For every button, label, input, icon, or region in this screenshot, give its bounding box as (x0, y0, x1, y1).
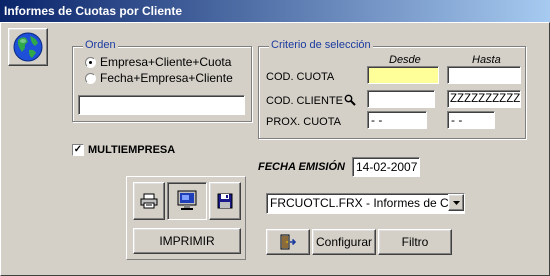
cod-cuota-desde-input[interactable] (367, 66, 439, 84)
radio-selected[interactable] (85, 56, 96, 68)
window-title: Informes de Cuotas por Cliente (4, 4, 183, 18)
exit-door-icon (280, 234, 297, 250)
orden-option-label: Fecha+Empresa+Cliente (100, 71, 233, 85)
radio-unselected[interactable] (85, 72, 96, 84)
exit-button[interactable] (266, 229, 310, 255)
globe-icon (13, 32, 43, 62)
orden-option-label: Empresa+Cliente+Cuota (100, 55, 232, 69)
search-icon[interactable] (344, 94, 356, 106)
criterio-group-title: Criterio de selección (269, 39, 373, 51)
label-cod-cuota: COD. CUOTA (266, 71, 335, 83)
chevron-down-icon[interactable] (448, 194, 464, 211)
column-header-desde: Desde (389, 54, 421, 66)
fecha-emision-input[interactable]: 14-02-2007 (352, 157, 420, 177)
printer-icon (140, 193, 158, 209)
orden-group-title: Orden (83, 39, 118, 51)
orden-text-field[interactable] (78, 95, 245, 115)
save-to-file-button[interactable] (209, 182, 241, 220)
configurar-button[interactable]: Configurar (312, 229, 376, 255)
cod-cliente-desde-input[interactable] (367, 90, 435, 108)
multiempresa-checkbox[interactable]: ✓ (72, 144, 84, 156)
prox-cuota-desde-input[interactable]: - - (367, 111, 427, 129)
multiempresa-label: MULTIEMPRESA (88, 144, 176, 156)
report-select[interactable]: FRCUOTCL.FRX - Informes de Cuot (266, 193, 465, 214)
floppy-disk-icon (217, 193, 233, 209)
globe-button[interactable] (8, 28, 48, 66)
report-select-value: FRCUOTCL.FRX - Informes de Cuot (270, 196, 448, 210)
window-title-bar: Informes de Cuotas por Cliente (0, 0, 550, 22)
print-preview-button[interactable] (167, 182, 207, 220)
orden-option-empresa[interactable]: Empresa+Cliente+Cuota (85, 55, 231, 69)
label-prox-cuota: PROX. CUOTA (266, 116, 341, 128)
label-cod-cliente: COD. CLIENTE (266, 95, 344, 107)
print-printer-button[interactable] (133, 182, 165, 220)
prox-cuota-hasta-input[interactable]: - - (447, 111, 495, 129)
preview-screen-icon (177, 190, 197, 210)
imprimir-button[interactable]: IMPRIMIR (133, 228, 241, 254)
fecha-emision-label: FECHA EMISIÓN (258, 161, 345, 173)
column-header-hasta: Hasta (472, 54, 501, 66)
cod-cuota-hasta-input[interactable] (447, 66, 521, 84)
cod-cliente-hasta-input[interactable]: ZZZZZZZZZZ (447, 90, 521, 108)
orden-option-fecha[interactable]: Fecha+Empresa+Cliente (85, 71, 233, 85)
filtro-button[interactable]: Filtro (378, 229, 452, 255)
